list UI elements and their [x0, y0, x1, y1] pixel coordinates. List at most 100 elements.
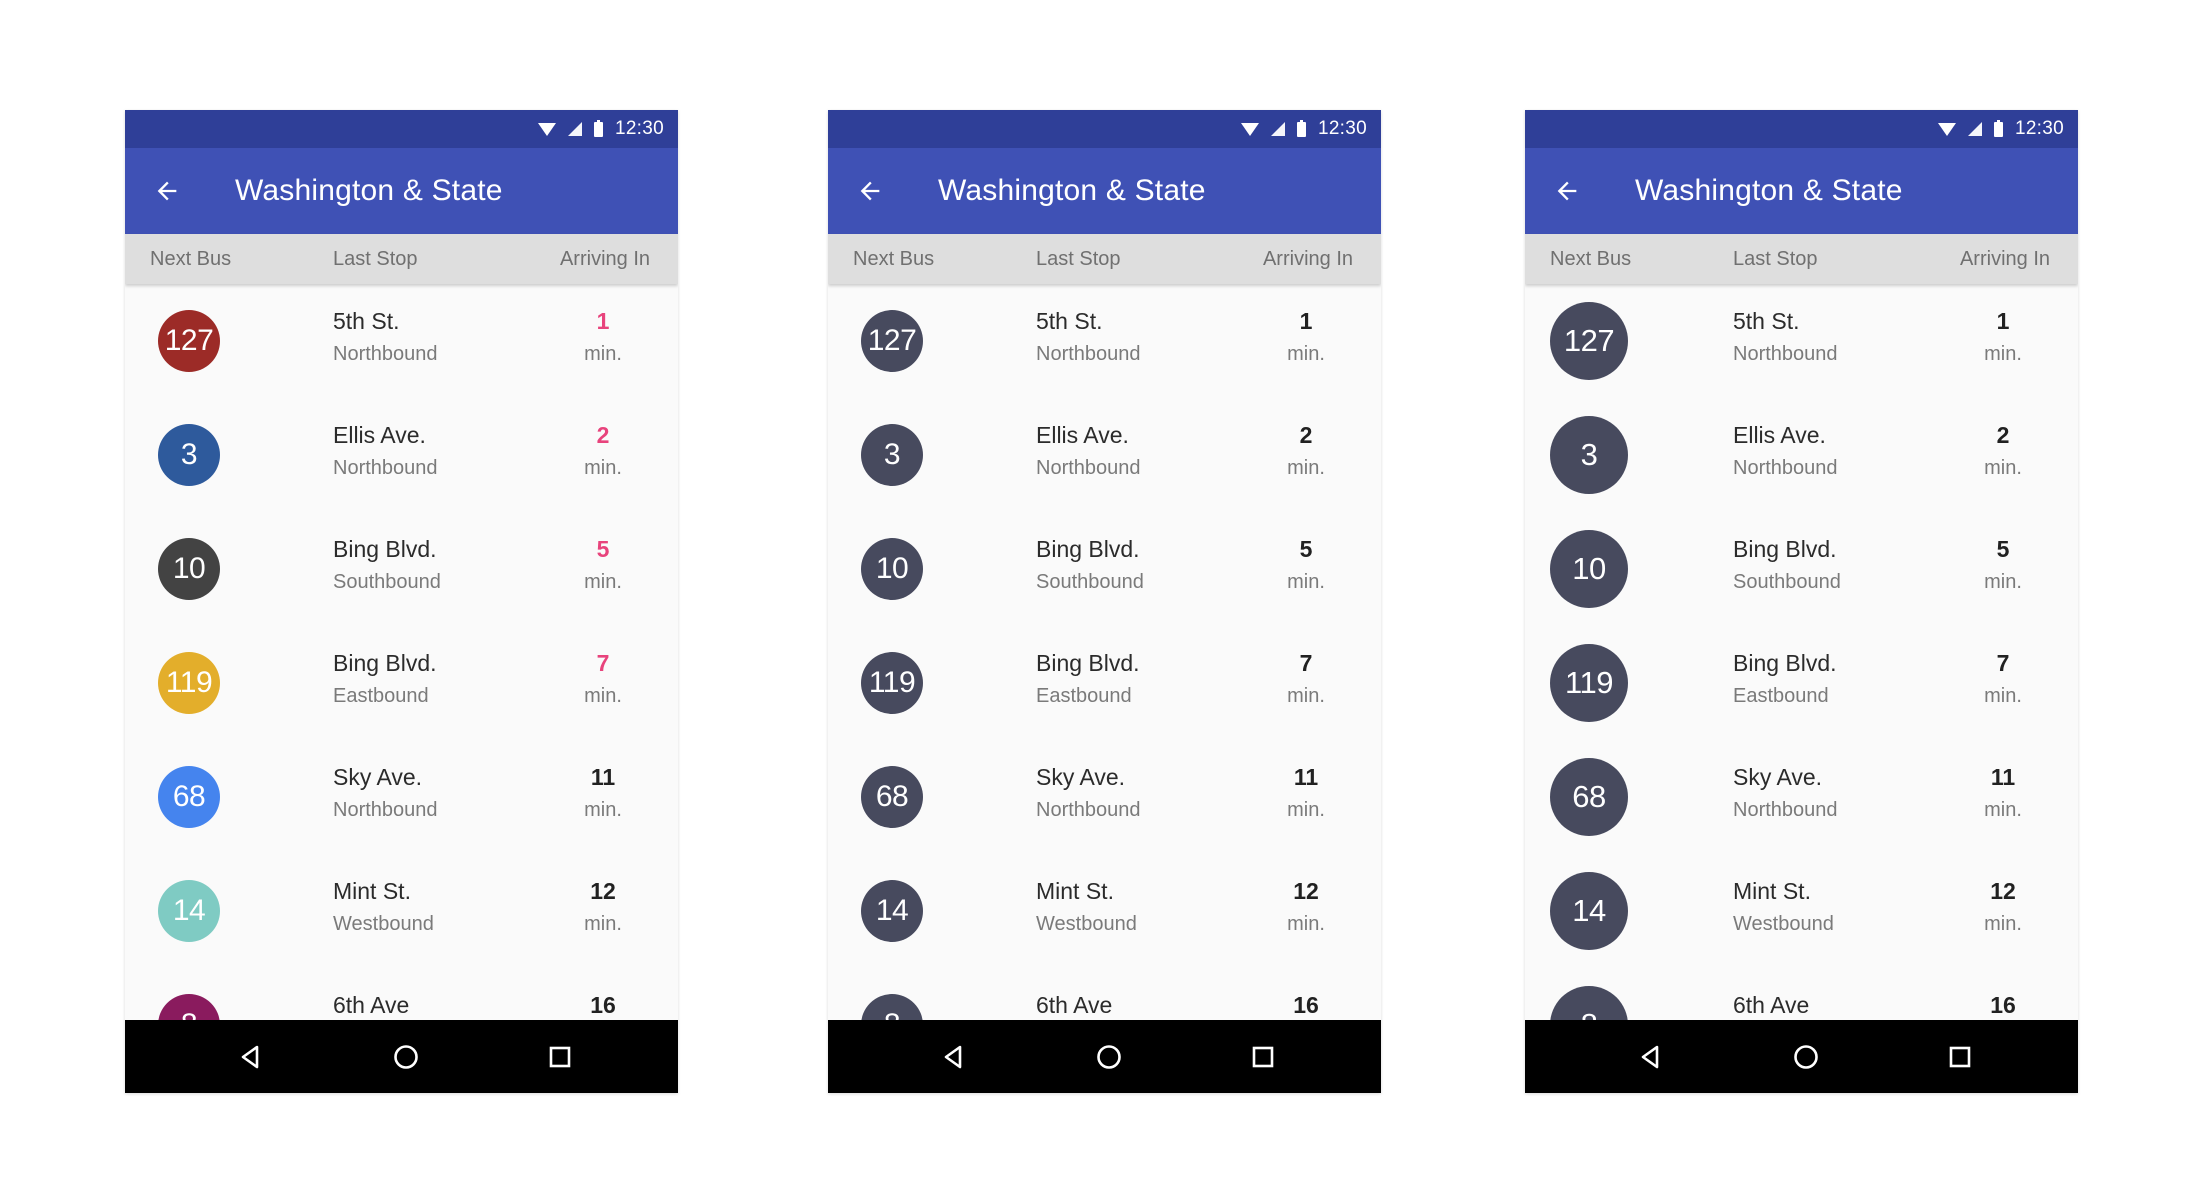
direction-label: Westbound: [333, 913, 434, 935]
arrival-minutes: 7: [1996, 650, 2010, 676]
last-stop-name: Ellis Ave.: [1733, 422, 1826, 448]
arrival-unit: min.: [1984, 457, 2022, 479]
square-recents-icon[interactable]: [1925, 1020, 1995, 1093]
last-stop-name: Mint St.: [1036, 878, 1114, 904]
column-header: Next Bus Last Stop Arriving In: [1525, 234, 2078, 284]
column-next-bus: Next Bus: [1550, 248, 1632, 270]
arrival-unit: min.: [1287, 571, 1325, 593]
route-badge: 127: [1550, 302, 1628, 380]
battery-icon: [1296, 119, 1306, 137]
bus-row[interactable]: 68 Sky Ave. Northbound 11 min.: [828, 740, 1381, 854]
column-arriving-in: Arriving In: [1262, 248, 1353, 270]
bus-row[interactable]: 3 Ellis Ave. Northbound 2 min.: [828, 398, 1381, 512]
route-badge: 127: [158, 310, 220, 372]
route-badge: 119: [861, 652, 923, 714]
arrival-minutes: 12: [590, 878, 616, 904]
bus-row[interactable]: 14 Mint St. Westbound 12 min.: [828, 854, 1381, 968]
phone-screen-color: 12:30 Washington & State Next Bus Last S…: [125, 110, 678, 1093]
bus-row[interactable]: 127 5th St. Northbound 1 min.: [1525, 284, 2078, 398]
arrival-minutes: 12: [1990, 878, 2016, 904]
last-stop-name: 5th St.: [1036, 308, 1103, 334]
direction-label: Northbound: [1733, 799, 1838, 821]
arrow-back-icon[interactable]: [842, 163, 898, 219]
arrival-minutes: 5: [596, 536, 610, 562]
bus-row[interactable]: 10 Bing Blvd. Southbound 5 min.: [125, 512, 678, 626]
bus-row[interactable]: 119 Bing Blvd. Eastbound 7 min.: [125, 626, 678, 740]
bus-row[interactable]: 3 Ellis Ave. Northbound 2 min.: [1525, 398, 2078, 512]
last-stop-name: Sky Ave.: [1036, 764, 1126, 790]
arrival-minutes: 11: [590, 764, 616, 790]
wifi-icon: [1240, 122, 1259, 136]
direction-label: Westbound: [1733, 913, 1834, 935]
bus-row[interactable]: 3 Ellis Ave. Northbound 2 min.: [125, 398, 678, 512]
arrival-minutes: 5: [1299, 536, 1313, 562]
arrival-minutes: 1: [1299, 308, 1313, 334]
arrival-unit: min.: [1287, 457, 1325, 479]
system-nav-bar: [1525, 1020, 2078, 1093]
triangle-back-icon[interactable]: [215, 1020, 285, 1093]
column-header: Next Bus Last Stop Arriving In: [828, 234, 1381, 284]
arrow-back-icon[interactable]: [139, 163, 195, 219]
arrival-unit: min.: [1984, 799, 2022, 821]
direction-label: Northbound: [1036, 343, 1141, 365]
bus-row[interactable]: 68 Sky Ave. Northbound 11 min.: [125, 740, 678, 854]
direction-label: Northbound: [333, 343, 438, 365]
direction-label: Southbound: [1733, 571, 1841, 593]
direction-label: Northbound: [1733, 343, 1838, 365]
circle-home-icon[interactable]: [1074, 1020, 1144, 1093]
route-badge: 14: [158, 880, 220, 942]
square-recents-icon[interactable]: [525, 1020, 595, 1093]
bus-row[interactable]: 127 5th St. Northbound 1 min.: [828, 284, 1381, 398]
last-stop-name: Bing Blvd.: [333, 536, 437, 562]
triangle-back-icon[interactable]: [1615, 1020, 1685, 1093]
circle-home-icon[interactable]: [1771, 1020, 1841, 1093]
arrival-minutes: 2: [1996, 422, 2010, 448]
arrival-unit: min.: [1984, 343, 2022, 365]
last-stop-name: Ellis Ave.: [333, 422, 426, 448]
bus-row[interactable]: 127 5th St. Northbound 1 min.: [125, 284, 678, 398]
route-badge: 3: [861, 424, 923, 486]
circle-home-icon[interactable]: [371, 1020, 441, 1093]
arrival-minutes: 1: [596, 308, 610, 334]
route-badge: 119: [1550, 644, 1628, 722]
bus-row[interactable]: 14 Mint St. Westbound 12 min.: [1525, 854, 2078, 968]
square-recents-icon[interactable]: [1228, 1020, 1298, 1093]
last-stop-name: Sky Ave.: [1733, 764, 1823, 790]
arrival-unit: min.: [1287, 799, 1325, 821]
bus-row[interactable]: 10 Bing Blvd. Southbound 5 min.: [1525, 512, 2078, 626]
app-bar: Washington & State: [828, 148, 1381, 234]
route-badge: 68: [1550, 758, 1628, 836]
arrival-minutes: 16: [1293, 992, 1319, 1018]
system-nav-bar: [828, 1020, 1381, 1093]
bus-list: 127 5th St. Northbound 1 min. 3 Ellis Ave. Nort…: [1525, 284, 2078, 1093]
page-title: Washington & State: [235, 174, 503, 207]
phone-screen-mono: 12:30 Washington & State Next Bus Last S…: [828, 110, 1381, 1093]
arrival-unit: min.: [584, 799, 622, 821]
direction-label: Northbound: [1733, 457, 1838, 479]
column-arriving-in: Arriving In: [1959, 248, 2050, 270]
arrival-unit: min.: [1287, 343, 1325, 365]
last-stop-name: 6th Ave: [333, 992, 410, 1018]
route-badge: 14: [1550, 872, 1628, 950]
bus-row[interactable]: 14 Mint St. Westbound 12 min.: [125, 854, 678, 968]
route-badge: 119: [158, 652, 220, 714]
bus-row[interactable]: 10 Bing Blvd. Southbound 5 min.: [828, 512, 1381, 626]
last-stop-name: Mint St.: [333, 878, 411, 904]
arrow-back-icon[interactable]: [1539, 163, 1595, 219]
triangle-back-icon[interactable]: [918, 1020, 988, 1093]
last-stop-name: Sky Ave.: [333, 764, 423, 790]
arrival-minutes: 5: [1996, 536, 2010, 562]
arrival-unit: min.: [584, 343, 622, 365]
bus-list: 127 5th St. Northbound 1 min. 3 Ellis Ave. Nort…: [828, 284, 1381, 1093]
bus-row[interactable]: 119 Bing Blvd. Eastbound 7 min.: [1525, 626, 2078, 740]
arrival-unit: min.: [1984, 571, 2022, 593]
bus-row[interactable]: 119 Bing Blvd. Eastbound 7 min.: [828, 626, 1381, 740]
last-stop-name: 6th Ave: [1036, 992, 1113, 1018]
route-badge: 3: [1550, 416, 1628, 494]
bus-row[interactable]: 68 Sky Ave. Northbound 11 min.: [1525, 740, 2078, 854]
last-stop-name: Bing Blvd.: [1733, 650, 1837, 676]
arrival-minutes: 16: [590, 992, 616, 1018]
direction-label: Eastbound: [1036, 685, 1132, 707]
direction-label: Northbound: [1036, 457, 1141, 479]
direction-label: Eastbound: [333, 685, 429, 707]
